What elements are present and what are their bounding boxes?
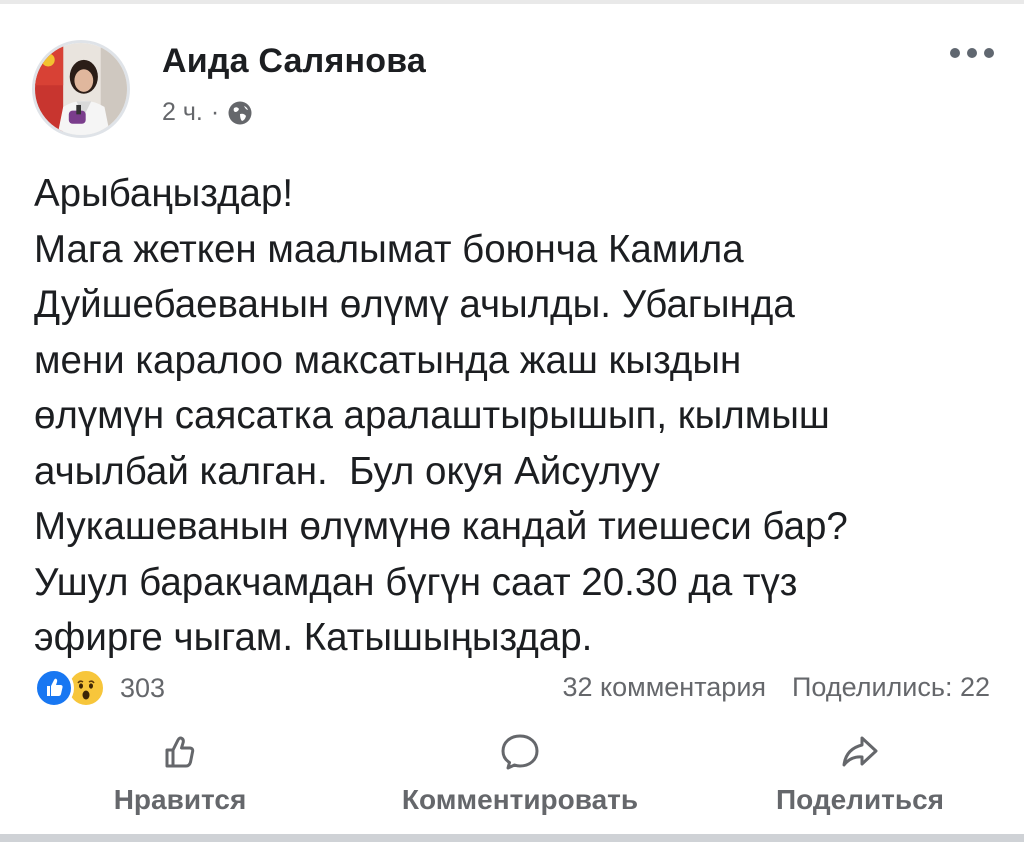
like-label: Нравится	[113, 784, 247, 815]
post-line: мени каралоо максатында жаш кыздын	[34, 338, 742, 382]
bottom-divider	[0, 834, 1024, 842]
share-button[interactable]: Поделиться	[755, 730, 965, 816]
author-name[interactable]: Аида Салянова	[162, 42, 426, 81]
comment-label: Комментировать	[401, 784, 639, 815]
like-button[interactable]: Нравится	[100, 730, 260, 816]
post-line: Арыбаңыздар!	[34, 172, 294, 215]
post-text: Арыбаңыздар! Мага жеткен маалымат боюнча…	[34, 166, 994, 666]
post-line: Ушул баракчамдан бүгүн саат 20.30 да түз	[34, 560, 798, 604]
post-time[interactable]: 2 ч.	[162, 98, 203, 127]
post-line: өлүмүн саясатка аралаштырышып, кылмыш	[34, 394, 830, 437]
comment-button[interactable]: Комментировать	[370, 730, 670, 816]
share-icon	[842, 736, 878, 767]
post-line: Дуйшебаеванын өлүмү ачылды. Убагында	[34, 283, 795, 326]
author-avatar[interactable]	[32, 40, 130, 138]
more-options-icon[interactable]	[950, 48, 994, 58]
share-count[interactable]: Поделились: 22	[792, 672, 990, 703]
globe-icon	[227, 100, 253, 126]
share-label: Поделиться	[775, 784, 945, 815]
post-line: эфирге чыгам. Катышыңыздар.	[34, 616, 593, 659]
post-meta: 2 ч. ·	[162, 98, 253, 127]
comment-icon	[501, 734, 539, 770]
like-icon	[34, 668, 74, 708]
post-line: Мага жеткен маалымат боюнча Камила	[34, 227, 744, 271]
comment-count[interactable]: 32 комментария	[563, 672, 767, 703]
thumbs-up-icon	[165, 736, 195, 768]
reaction-summary[interactable]: 303	[34, 668, 165, 708]
post-line: ачылбай калган. Бул окуя Айсулуу	[34, 449, 660, 493]
post-stats: 32 комментария Поделились: 22	[563, 672, 991, 703]
post-line: Мукашеванын өлүмүнө кандай тиешеси бар?	[34, 505, 848, 548]
action-bar: Нравится Комментировать Поделиться	[0, 730, 1024, 830]
facebook-post: Аида Салянова 2 ч. · Арыбаңыздар! Мага ж…	[0, 0, 1024, 842]
reaction-count[interactable]: 303	[120, 673, 165, 704]
top-divider	[0, 0, 1024, 4]
meta-separator: ·	[210, 98, 220, 126]
